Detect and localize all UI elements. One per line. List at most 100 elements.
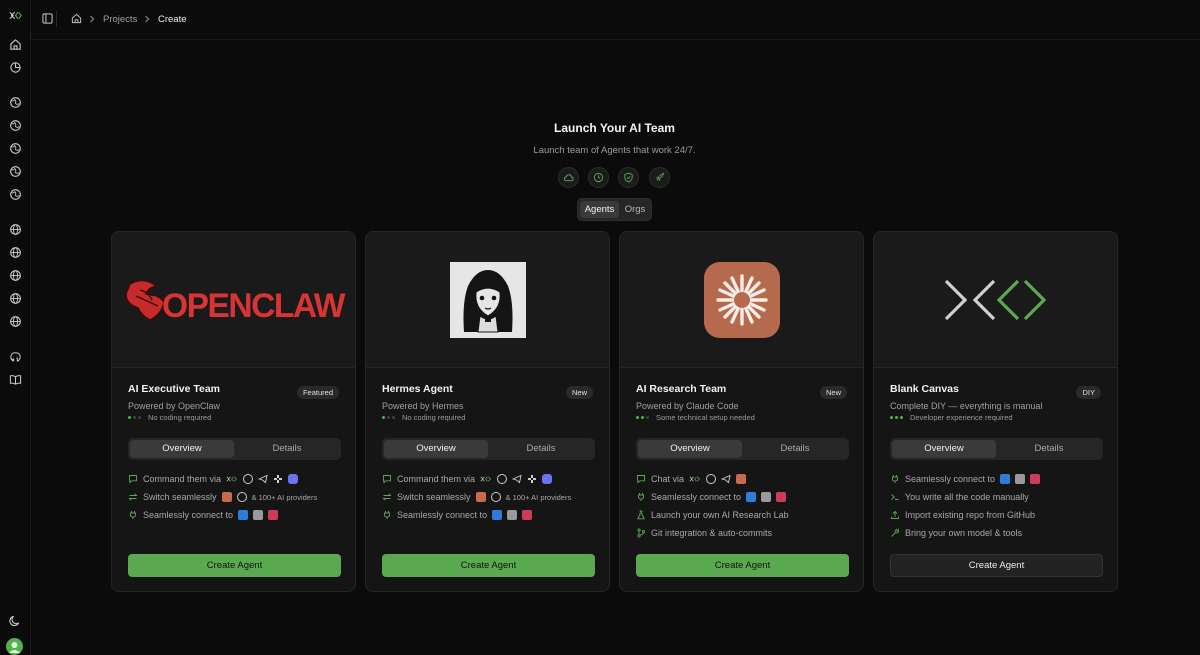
app-logo-icon [226, 474, 238, 484]
tab-overview[interactable]: Overview [638, 440, 742, 458]
chat-icon [636, 474, 646, 484]
orgs-tab[interactable]: Orgs [620, 201, 650, 218]
page-title: Launch Your AI Team [554, 121, 675, 135]
slack-icon [273, 474, 283, 484]
feature-item: Git integration & auto-commits [636, 526, 772, 540]
terminal-icon [890, 492, 900, 502]
rocket-icon [649, 167, 670, 188]
card-title: Blank Canvas [890, 383, 959, 395]
jetbrains-icon [268, 510, 279, 520]
clock-icon [588, 167, 609, 188]
chevron-right-icon [89, 15, 95, 23]
card-hero [620, 232, 863, 368]
difficulty-label: No coding required [402, 413, 466, 422]
git-icon [636, 528, 646, 538]
feature-item: Command them via [128, 472, 299, 486]
cloud-icon [558, 167, 579, 188]
tab-overview[interactable]: Overview [130, 440, 234, 458]
svg-text:OPENCLAW: OPENCLAW [162, 287, 346, 325]
create-agent-button[interactable]: Create Agent [382, 554, 595, 577]
new-badge: New [565, 386, 593, 399]
difficulty-indicator: Developer experience required [890, 413, 1013, 422]
tab-overview[interactable]: Overview [892, 440, 996, 458]
create-agent-button[interactable]: Create Agent [128, 554, 341, 577]
plug-icon [128, 510, 138, 520]
moon-icon[interactable] [9, 614, 22, 627]
jetbrains-icon [522, 510, 533, 520]
openclaw-logo: OPENCLAW [125, 279, 347, 325]
difficulty-dots [128, 416, 143, 419]
github-icon[interactable] [9, 350, 22, 363]
difficulty-indicator: No coding required [382, 413, 465, 422]
feature-item: You write all the code manually [890, 490, 1029, 504]
app-logo [944, 279, 1047, 321]
difficulty-indicator: No coding required [128, 413, 211, 422]
sidebar-toggle-icon[interactable] [42, 13, 53, 24]
globe-icon[interactable] [9, 269, 22, 282]
card-tabs: Overview Details [636, 438, 849, 460]
app-logo-icon [689, 474, 701, 484]
tab-details[interactable]: Details [489, 440, 593, 458]
switch-icon [382, 492, 392, 502]
wrench-icon [890, 528, 900, 538]
card-title: Hermes Agent [382, 383, 453, 395]
openai-icon [236, 492, 247, 502]
hermes-logo [450, 262, 526, 338]
vscode-icon [746, 492, 757, 502]
powered-by: Powered by OpenClaw [128, 401, 221, 411]
card-tabs: Overview Details [382, 438, 595, 460]
cube-icon [253, 510, 264, 520]
tab-overview[interactable]: Overview [384, 440, 488, 458]
whatsapp-icon [497, 474, 508, 484]
globe-icon[interactable] [9, 246, 22, 259]
breadcrumb-home-icon[interactable] [71, 13, 82, 24]
globe-icon[interactable] [9, 223, 22, 236]
breadcrumb-projects[interactable]: Projects [103, 14, 137, 25]
globe-icon[interactable] [9, 292, 22, 305]
powered-by: Powered by Claude Code [636, 401, 739, 411]
claude-icon [475, 492, 486, 502]
shield-icon [618, 167, 639, 188]
avatar[interactable] [6, 638, 23, 655]
card-hero: OPENCLAW [112, 232, 355, 368]
sidebar [0, 0, 31, 655]
chart-pie-icon[interactable] [9, 61, 22, 74]
tab-details[interactable]: Details [743, 440, 847, 458]
slack-icon [527, 474, 537, 484]
whatsapp-icon [706, 474, 717, 484]
card-tabs: Overview Details [128, 438, 341, 460]
difficulty-dots [382, 416, 397, 419]
globe-icon[interactable] [9, 165, 22, 178]
difficulty-label: Developer experience required [910, 413, 1013, 422]
claude-logo [704, 262, 780, 338]
feature-item: Switch seamlessly & 100+ AI providers [128, 490, 317, 504]
globe-icon[interactable] [9, 188, 22, 201]
create-agent-button[interactable]: Create Agent [636, 554, 849, 577]
card-tabs: Overview Details [890, 438, 1103, 460]
tab-details[interactable]: Details [997, 440, 1101, 458]
feature-item: Seamlessly connect to [890, 472, 1041, 486]
top-bar: Projects Create [31, 0, 1200, 40]
create-agent-button[interactable]: Create Agent [890, 554, 1103, 577]
page-subtitle: Launch team of Agents that work 24/7. [533, 145, 696, 156]
featured-badge: Featured [296, 386, 339, 399]
agent-card-blank-canvas: Blank Canvas DIY Complete DIY — everythi… [873, 231, 1118, 592]
globe-icon[interactable] [9, 315, 22, 328]
globe-icon[interactable] [9, 96, 22, 109]
chevron-right-icon [144, 15, 150, 23]
book-icon[interactable] [9, 373, 22, 386]
app-logo-icon[interactable] [9, 9, 22, 22]
flask-icon [636, 510, 646, 520]
new-badge: New [819, 386, 847, 399]
feature-item: Switch seamlessly & 100+ AI providers [382, 490, 571, 504]
agent-card-hermes: Hermes Agent New Powered by Hermes No co… [365, 231, 610, 592]
difficulty-dots [890, 416, 905, 419]
tab-details[interactable]: Details [235, 440, 339, 458]
feature-item: Launch your own AI Research Lab [636, 508, 789, 522]
card-hero [874, 232, 1117, 368]
home-icon[interactable] [9, 38, 22, 51]
agents-tab[interactable]: Agents [580, 201, 619, 218]
feature-item: Import existing repo from GitHub [890, 508, 1035, 522]
feature-item: Bring your own model & tools [890, 526, 1022, 540]
diy-badge: DIY [1076, 386, 1101, 399]
